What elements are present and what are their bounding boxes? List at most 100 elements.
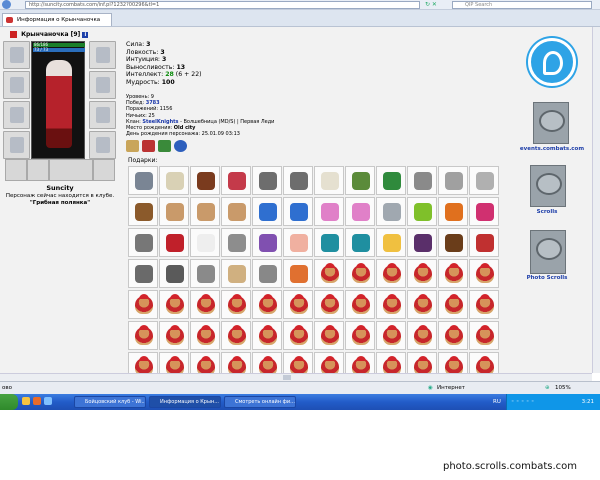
gift-knight[interactable]: [128, 259, 158, 288]
weapon-slot[interactable]: [3, 101, 30, 129]
belt-slot-1[interactable]: [5, 159, 27, 181]
photo-scrolls-link[interactable]: Photo Scrolls: [507, 275, 587, 281]
gift-bear[interactable]: [407, 321, 437, 350]
gift-candle[interactable]: [376, 228, 406, 257]
gift-bear[interactable]: [314, 259, 344, 288]
events-link[interactable]: events.combats.com: [512, 146, 592, 152]
gift-bear[interactable]: [128, 290, 158, 319]
gift-red-fan[interactable]: [159, 228, 189, 257]
gift-bear[interactable]: [190, 321, 220, 350]
gift-bear[interactable]: [376, 290, 406, 319]
gift-teddy-bear[interactable]: [221, 197, 251, 226]
shield-slot[interactable]: [89, 101, 116, 129]
gift-bear[interactable]: [407, 290, 437, 319]
gift-blue-hat[interactable]: [252, 197, 282, 226]
language-indicator[interactable]: RU: [493, 394, 501, 410]
gift-pink-ring[interactable]: [345, 197, 375, 226]
scroll-thumb[interactable]: [283, 375, 291, 380]
gift-treasure-chest[interactable]: [407, 228, 437, 257]
gift-bear[interactable]: [438, 321, 468, 350]
events-banner[interactable]: [533, 102, 569, 144]
vertical-scrollbar[interactable]: [592, 27, 600, 373]
gift-bear[interactable]: [469, 259, 499, 288]
gift-orange-ring[interactable]: [438, 197, 468, 226]
gift-bear[interactable]: [469, 290, 499, 319]
gift-bear[interactable]: [159, 321, 189, 350]
gift-blue-hat[interactable]: [283, 197, 313, 226]
task-button-active[interactable]: Информация о Крын...: [149, 396, 221, 408]
gift-bear[interactable]: [376, 321, 406, 350]
gift-jester-hat[interactable]: [469, 228, 499, 257]
gift-gift-box[interactable]: [376, 197, 406, 226]
gift-bear[interactable]: [345, 259, 375, 288]
gift-green-fan[interactable]: [407, 197, 437, 226]
belt-slot-wide[interactable]: [49, 159, 93, 181]
gift-bear[interactable]: [221, 321, 251, 350]
gift-bear[interactable]: [438, 259, 468, 288]
photo-scrolls-banner[interactable]: [530, 230, 566, 274]
horizontal-scrollbar[interactable]: [0, 373, 592, 381]
tab-character-info[interactable]: Информация о Крынчаночка: [2, 13, 112, 26]
gift-pink-flower[interactable]: [469, 197, 499, 226]
gift-bear[interactable]: [345, 290, 375, 319]
gift-key[interactable]: [407, 166, 437, 195]
gift-fir-tree[interactable]: [314, 228, 344, 257]
earrings-slot[interactable]: [89, 41, 116, 69]
gift-bear[interactable]: [314, 321, 344, 350]
gift-bear[interactable]: [283, 290, 313, 319]
gift-potion[interactable]: [252, 228, 282, 257]
search-input[interactable]: QIP Search: [452, 1, 592, 9]
gift-bear[interactable]: [438, 290, 468, 319]
belt-slot-3[interactable]: [93, 159, 115, 181]
gift-bear[interactable]: [345, 321, 375, 350]
gift-box[interactable]: [128, 166, 158, 195]
gift-fan[interactable]: [283, 259, 313, 288]
gift-flower-basket[interactable]: [159, 166, 189, 195]
folder-icon[interactable]: [22, 397, 30, 405]
gift-bear[interactable]: [252, 290, 282, 319]
gift-wrench[interactable]: [252, 166, 282, 195]
amulet-slot[interactable]: [3, 71, 30, 99]
gift-chocolate[interactable]: [190, 166, 220, 195]
scrolls-banner[interactable]: [530, 165, 566, 207]
gift-scorpion[interactable]: [438, 228, 468, 257]
gift-pennant[interactable]: [221, 166, 251, 195]
scrolls-link[interactable]: Scrolls: [507, 209, 587, 215]
armor-slot[interactable]: [3, 131, 30, 159]
gift-fir-tree[interactable]: [345, 228, 375, 257]
gift-teddy-bear[interactable]: [190, 197, 220, 226]
start-button[interactable]: [0, 394, 18, 410]
gift-bear[interactable]: [252, 321, 282, 350]
back-icon[interactable]: [2, 0, 11, 9]
task-button[interactable]: Бойцовский клуб - Wi...: [74, 396, 146, 408]
gift-fork[interactable]: [252, 259, 282, 288]
flag-badge-icon[interactable]: [142, 140, 155, 152]
gift-bunny[interactable]: [190, 228, 220, 257]
gift-bear[interactable]: [159, 290, 189, 319]
gift-helmet[interactable]: [159, 259, 189, 288]
gift-silver-ring[interactable]: [221, 228, 251, 257]
gift-bear[interactable]: [407, 259, 437, 288]
belt-slot-2[interactable]: [27, 159, 49, 181]
url-input[interactable]: http://suncity.combats.com/inf.pl?1232?0…: [25, 1, 420, 9]
info-icon[interactable]: i: [82, 31, 89, 38]
scroll-badge-icon[interactable]: [126, 140, 139, 152]
gift-teddy-bear[interactable]: [159, 197, 189, 226]
gift-key[interactable]: [438, 166, 468, 195]
gift-bear[interactable]: [128, 321, 158, 350]
zoom-level[interactable]: 105%: [555, 382, 571, 394]
gift-necklace[interactable]: [314, 166, 344, 195]
gift-bear[interactable]: [221, 290, 251, 319]
gift-pink-ring[interactable]: [314, 197, 344, 226]
gift-wrench[interactable]: [283, 166, 313, 195]
refresh-icon[interactable]: ↻ ✕: [425, 1, 437, 8]
clan-link[interactable]: SteelKnights: [142, 119, 178, 125]
gift-star-flower[interactable]: [190, 259, 220, 288]
helmet-slot[interactable]: [3, 41, 30, 69]
events-logo[interactable]: [528, 38, 576, 86]
gift-rocking-horse[interactable]: [128, 197, 158, 226]
shield-badge-icon[interactable]: [158, 140, 171, 152]
gift-leaf-banner[interactable]: [376, 166, 406, 195]
boots-slot[interactable]: [89, 131, 116, 159]
gift-scroll[interactable]: [221, 259, 251, 288]
